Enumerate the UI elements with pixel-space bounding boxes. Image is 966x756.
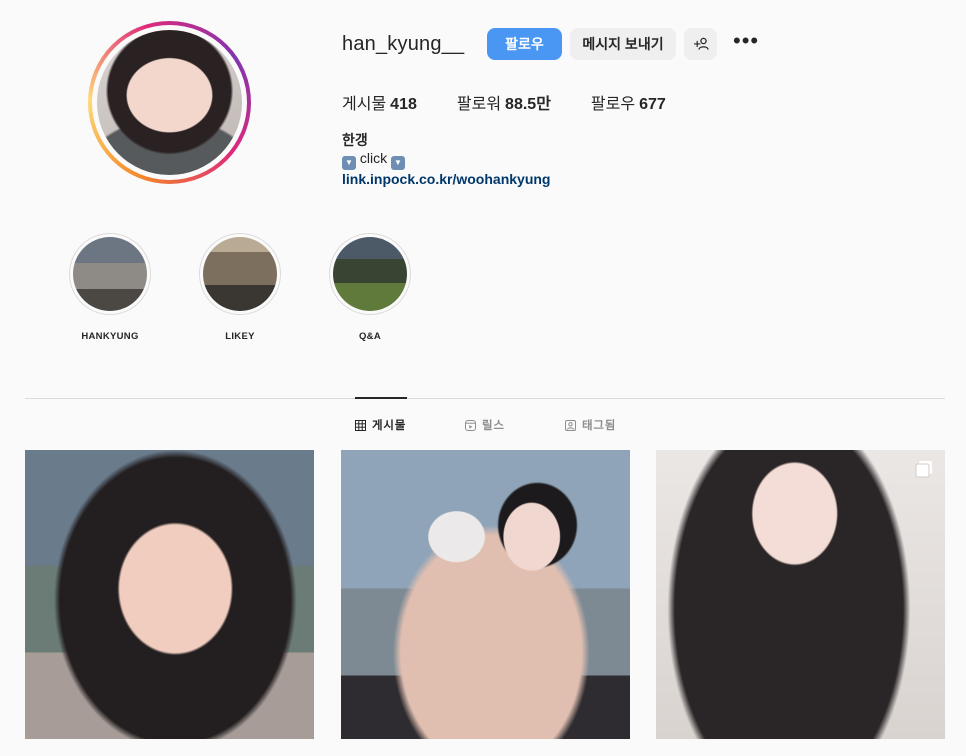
tab-posts[interactable]: 게시물 xyxy=(355,417,406,433)
post-thumbnail[interactable] xyxy=(341,450,630,739)
posts-count: 게시물 418 xyxy=(342,96,417,113)
highlight-thumbnail xyxy=(203,237,277,311)
tabs-divider xyxy=(25,398,945,399)
follow-button[interactable]: 팔로우 xyxy=(487,28,562,60)
profile-avatar-story-ring[interactable] xyxy=(88,21,251,184)
avatar[interactable] xyxy=(97,30,242,175)
down-arrow-emoji-icon: ▼ xyxy=(391,156,406,170)
grid-icon xyxy=(355,419,366,431)
highlight-label: LIKEY xyxy=(225,331,255,342)
highlight-label: Q&A xyxy=(358,331,381,342)
message-button[interactable]: 메시지 보내기 xyxy=(570,28,676,60)
profile-page: han_kyung__ 팔로우 메시지 보내기 + ••• 게시물 418 팔로워… xyxy=(0,0,966,756)
tab-tagged[interactable]: 태그됨 xyxy=(565,417,616,433)
add-user-icon: + xyxy=(693,37,709,50)
highlight-label: HANKYUNG xyxy=(81,331,139,342)
highlight-hankyung[interactable]: HANKYUNG xyxy=(69,233,151,342)
active-tab-indicator xyxy=(355,397,407,399)
suggest-users-button[interactable]: + xyxy=(684,28,717,60)
username: han_kyung__ xyxy=(342,33,465,55)
tab-reels[interactable]: 릴스 xyxy=(465,417,505,433)
following-count[interactable]: 팔로우 677 xyxy=(591,90,666,114)
profile-stats: 게시물 418 팔로워 88.5만 팔로우 677 xyxy=(342,90,706,114)
post-thumbnail[interactable] xyxy=(656,450,945,739)
profile-bio: 한갱 ▼ click ▼ link.inpock.co.kr/woohankyu… xyxy=(342,131,550,188)
down-arrow-emoji-icon: ▼ xyxy=(342,156,356,170)
post-thumbnail[interactable] xyxy=(25,450,314,739)
reels-icon xyxy=(465,419,476,431)
highlight-thumbnail xyxy=(73,237,147,311)
bio-line: ▼ click ▼ xyxy=(342,149,550,170)
carousel-multiple-icon xyxy=(915,461,932,478)
tagged-icon xyxy=(565,419,576,431)
more-options-icon[interactable]: ••• xyxy=(733,30,759,52)
highlight-thumbnail xyxy=(333,237,407,311)
highlight-qna[interactable]: Q&A xyxy=(329,233,411,342)
followers-count[interactable]: 팔로워 88.5만 xyxy=(457,90,551,114)
bio-link[interactable]: link.inpock.co.kr/woohankyung xyxy=(342,170,550,188)
highlight-likey[interactable]: LIKEY xyxy=(199,233,281,342)
display-name: 한갱 xyxy=(342,132,368,148)
svg-text:+: + xyxy=(693,39,701,50)
